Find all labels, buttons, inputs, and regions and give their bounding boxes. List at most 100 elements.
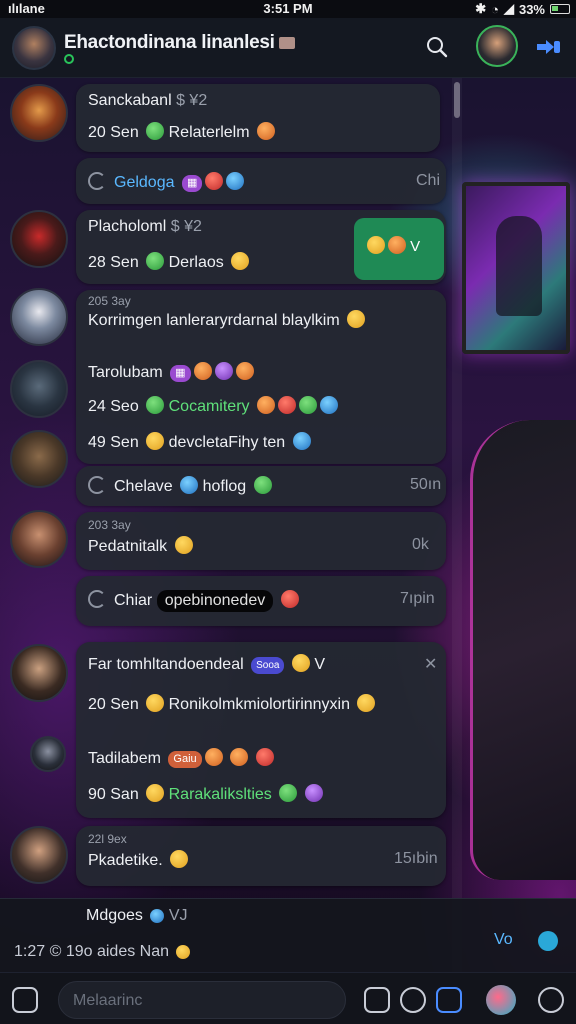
chat-title[interactable]: Ehactondinana linanlesi (64, 32, 295, 54)
reaction-chip[interactable]: V (354, 218, 444, 280)
chat-header: Ehactondinana linanlesi (0, 18, 576, 78)
gallery-icon[interactable] (436, 987, 462, 1013)
profile-avatar[interactable] (476, 25, 518, 67)
message-meta: 50ın (410, 476, 442, 493)
last-message-preview[interactable]: Mdgoes VJ 1:27 © 19o aides Nan Vo (0, 898, 576, 972)
alarm-icon: ◔ (491, 1, 499, 17)
message-text: 24 Seo Cocamitery (88, 396, 338, 416)
message-bubble[interactable]: 203 3ay Pedatnitalk 0k (76, 512, 446, 570)
emoji-icon (174, 536, 193, 554)
sticker-icon: ▦ (181, 175, 203, 192)
emoji-icon (357, 694, 376, 712)
close-icon[interactable]: ✕ (424, 654, 437, 674)
sender-avatar[interactable] (10, 510, 68, 568)
emoji-icon (214, 362, 233, 380)
emoji-icon (253, 476, 272, 494)
sender-avatar[interactable] (10, 826, 68, 884)
emoji-icon (235, 362, 254, 380)
emoji-icon (292, 432, 311, 450)
unread-badge-icon[interactable] (538, 931, 558, 951)
wallpaper-monitor-image (462, 182, 570, 354)
wallpaper-chair-image (470, 420, 576, 880)
avatar-quick-icon[interactable] (486, 985, 516, 1015)
message-text: Korrimgen lanleraryrdarnal blaylkim (88, 310, 366, 330)
reply-bubble[interactable]: Geldoga ▦ Chi (76, 158, 446, 204)
message-meta: 15ıbin (394, 850, 438, 867)
battery-icon (550, 4, 570, 14)
emoji-icon (204, 748, 223, 766)
emoji-icon (150, 909, 165, 923)
emoji-icon (257, 122, 275, 140)
battery-percent: 33% (518, 1, 545, 17)
message-date: 22l 9ex (88, 832, 127, 846)
emoji-icon (193, 362, 212, 380)
emoji-icon (146, 122, 165, 140)
emoji-icon (230, 748, 249, 766)
emoji-icon (170, 850, 189, 868)
status-bar: ılılane 3:51 PM ✱ ◔ ◢ 33% (0, 0, 576, 18)
message-composer: Melaarinc (0, 972, 576, 1024)
emoji-icon (388, 236, 406, 254)
emoji-icon (180, 476, 199, 494)
group-avatar[interactable] (12, 26, 56, 70)
message-bubble[interactable]: 22l 9ex Pkadetike. 15ıbin (76, 826, 446, 886)
emoji-icon (176, 945, 191, 959)
message-text: 20 Sen Relaterlelm (88, 122, 275, 142)
sender-avatar[interactable] (10, 360, 68, 418)
scrollbar-thumb[interactable] (454, 82, 460, 118)
sender-name: Sanckabanl $ ¥2 (88, 92, 208, 109)
message-input[interactable]: Melaarinc (58, 981, 346, 1019)
preview-status: Vo (494, 931, 513, 948)
emoji-icon (277, 396, 296, 414)
search-icon[interactable] (426, 36, 448, 58)
message-text: 90 San Rarakalikslties (88, 784, 323, 804)
preview-sender: Mdgoes VJ (86, 907, 188, 924)
scrollbar-track[interactable] (452, 78, 462, 973)
sender-avatar[interactable] (10, 210, 68, 268)
sticker-icon[interactable] (364, 987, 390, 1013)
sender-name: Tadilabem Gaiu (88, 748, 274, 768)
sticker-icon: ▦ (170, 365, 191, 382)
emoji-picker-icon[interactable] (400, 987, 426, 1013)
message-bubble[interactable]: 205 3ay Korrimgen lanleraryrdarnal blayl… (76, 290, 446, 464)
message-meta: 7ıpin (400, 590, 435, 607)
emoji-icon (347, 310, 366, 328)
emoji-icon (226, 172, 245, 190)
message-date: 203 3ay (88, 518, 131, 532)
emoji-icon (146, 784, 165, 802)
mention-chip: opebinonedev (156, 590, 274, 612)
emoji-icon (146, 432, 165, 450)
reply-bubble[interactable]: Chiar opebinonedev 7ıpin (76, 576, 446, 626)
emoji-icon (291, 654, 310, 672)
title-badge-icon (278, 36, 295, 49)
emoji-icon (231, 252, 250, 270)
voice-record-icon[interactable] (538, 987, 564, 1013)
sender-avatar[interactable] (10, 288, 68, 346)
message-date: 205 3ay (88, 294, 131, 308)
message-bubble[interactable]: Sanckabanl $ ¥2 20 Sen Relaterlelm (76, 84, 440, 152)
message-bubble[interactable]: Far tomhltandoendeal Sooa V 20 Sen Ronik… (76, 642, 446, 818)
message-text: 49 Sen devcletaFihy ten (88, 432, 311, 452)
reply-icon (88, 476, 106, 494)
sender-avatar[interactable] (10, 644, 68, 702)
name-tag: Gaiu (168, 751, 202, 768)
sender-avatar[interactable] (10, 430, 68, 488)
preview-text: 1:27 © 19o aides Nan (14, 943, 191, 961)
sender-name: Placholoml $ ¥2 (88, 218, 202, 235)
emoji-icon (304, 784, 323, 802)
emoji-icon (255, 748, 274, 766)
call-icon[interactable] (534, 36, 562, 58)
online-status-icon (64, 54, 74, 64)
sender-avatar[interactable] (30, 736, 66, 772)
camera-icon[interactable] (12, 987, 38, 1013)
message-text: 28 Sen Derlaos (88, 252, 250, 272)
message-text: 20 Sen Ronikolmkmiolortirinnyxin (88, 694, 376, 714)
sender-avatar[interactable] (10, 84, 68, 142)
emoji-icon (146, 252, 165, 270)
emoji-icon (279, 784, 298, 802)
emoji-icon (146, 396, 165, 414)
emoji-icon (280, 590, 299, 608)
reply-text: Geldoga ▦ (88, 172, 245, 192)
reply-bubble[interactable]: Chelave hoflog 50ın (76, 466, 446, 506)
emoji-icon (205, 172, 224, 190)
